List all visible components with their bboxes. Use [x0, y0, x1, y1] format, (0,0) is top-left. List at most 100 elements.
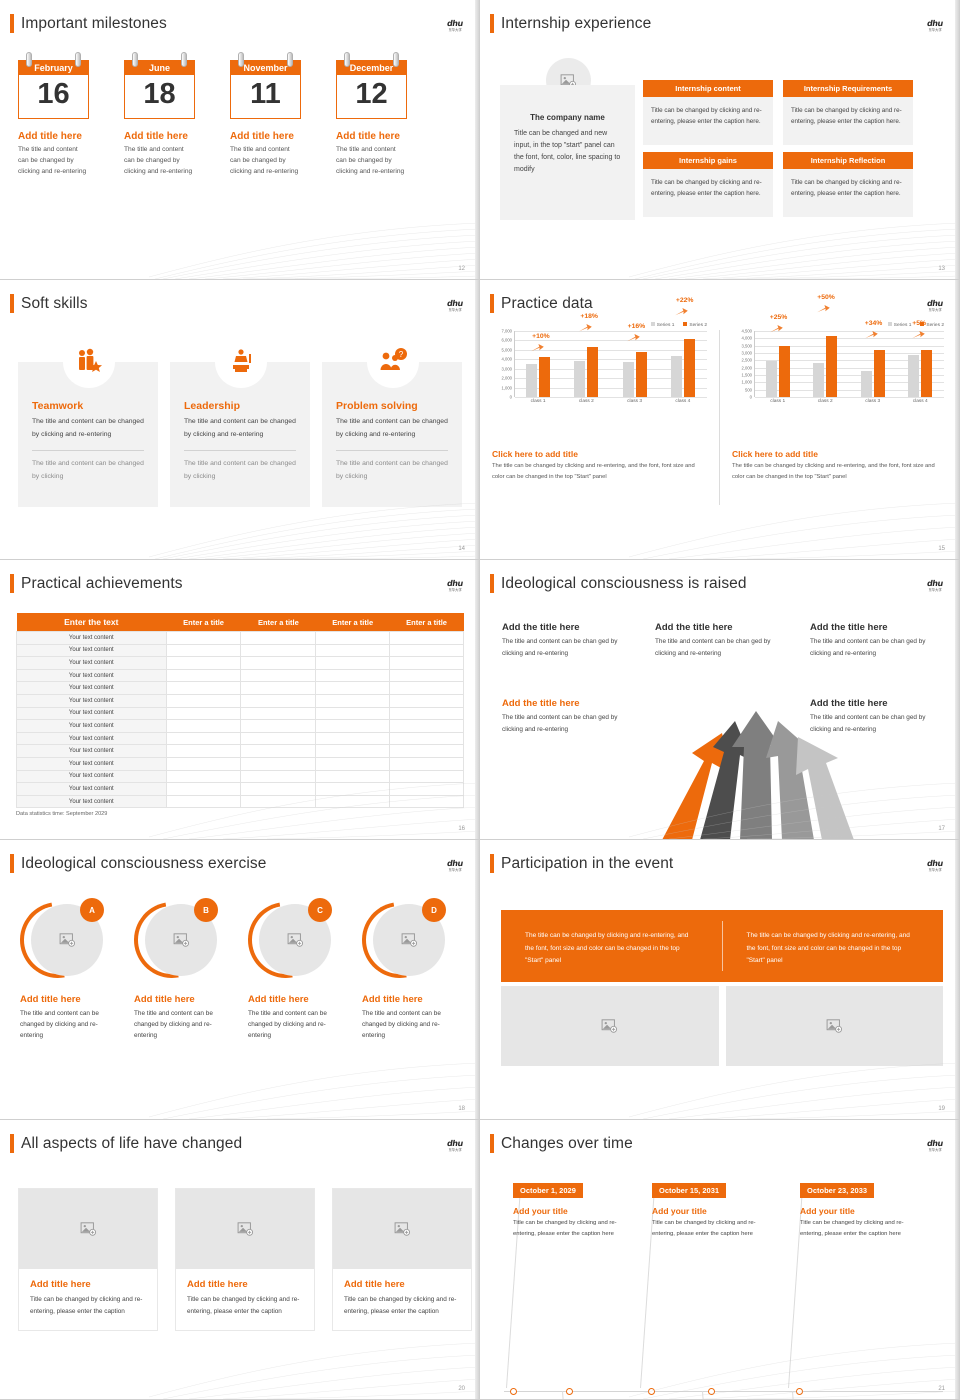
table-cell[interactable] [390, 745, 464, 758]
ideology-block[interactable]: Add the title here The title and content… [502, 622, 622, 660]
table-row[interactable]: Your text content [17, 707, 464, 720]
table-cell[interactable] [166, 694, 241, 707]
table-cell[interactable] [390, 732, 464, 745]
table-cell[interactable] [316, 770, 390, 783]
timeline-dot[interactable] [566, 1388, 573, 1395]
soft-skill-card[interactable]: ? Problem solving The title and content … [322, 362, 462, 507]
table-cell[interactable] [390, 632, 464, 645]
table-cell[interactable] [316, 795, 390, 808]
timeline-dot[interactable] [648, 1388, 655, 1395]
internship-card[interactable]: Internship Requirements Title can be cha… [783, 80, 913, 145]
table-row[interactable]: Your text content [17, 644, 464, 657]
table-cell[interactable] [316, 783, 390, 796]
table-cell[interactable] [166, 707, 241, 720]
table-row[interactable]: Your text content [17, 657, 464, 670]
table-cell[interactable] [241, 694, 316, 707]
table-cell[interactable] [316, 707, 390, 720]
table-row[interactable]: Your text content [17, 632, 464, 645]
photo-placeholder[interactable] [333, 1189, 471, 1269]
table-cell[interactable] [316, 682, 390, 695]
table-cell[interactable] [166, 669, 241, 682]
table-cell[interactable] [316, 657, 390, 670]
table-row[interactable]: Your text content [17, 682, 464, 695]
table-cell[interactable] [390, 644, 464, 657]
table-cell[interactable] [390, 682, 464, 695]
table-cell[interactable] [241, 707, 316, 720]
timeline-item-top[interactable]: October 23, 2033 Add your title Title ca… [800, 1180, 925, 1240]
soft-skill-card[interactable]: Leadership The title and content can be … [170, 362, 310, 507]
internship-card[interactable]: Internship gains Title can be changed by… [643, 152, 773, 217]
table-cell[interactable] [166, 795, 241, 808]
table-cell[interactable] [241, 732, 316, 745]
achievements-table[interactable]: Enter the text Enter a title Enter a tit… [16, 613, 464, 808]
exercise-item[interactable]: C Add title here The title and content c… [248, 898, 338, 1042]
table-cell[interactable] [390, 795, 464, 808]
timeline-dot[interactable] [796, 1388, 803, 1395]
table-row[interactable]: Your text content [17, 669, 464, 682]
photo-placeholder[interactable] [726, 986, 944, 1066]
table-cell[interactable] [166, 732, 241, 745]
timeline-item-top[interactable]: October 15, 2031 Add your title Title ca… [652, 1180, 777, 1240]
exercise-item[interactable]: D Add title here The title and content c… [362, 898, 452, 1042]
internship-card[interactable]: Internship content Title can be changed … [643, 80, 773, 145]
table-row[interactable]: Your text content [17, 783, 464, 796]
timeline-dot[interactable] [708, 1388, 715, 1395]
photo-placeholder[interactable] [176, 1189, 314, 1269]
company-card[interactable]: The company name Title can be changed an… [500, 85, 635, 220]
table-cell[interactable] [166, 644, 241, 657]
table-row[interactable]: Your text content [17, 795, 464, 808]
table-cell[interactable] [241, 745, 316, 758]
table-cell[interactable] [166, 783, 241, 796]
milestone-item[interactable]: June 18 Add title here The title and con… [124, 60, 195, 178]
table-row[interactable]: Your text content [17, 770, 464, 783]
table-cell[interactable] [316, 644, 390, 657]
table-cell[interactable] [316, 632, 390, 645]
exercise-item[interactable]: A Add title here The title and content c… [20, 898, 110, 1042]
ideology-block[interactable]: Add the title here The title and content… [655, 622, 777, 660]
timeline-dot[interactable] [510, 1388, 517, 1395]
table-cell[interactable] [390, 669, 464, 682]
internship-card[interactable]: Internship Reflection Title can be chang… [783, 152, 913, 217]
table-cell[interactable] [241, 770, 316, 783]
exercise-item[interactable]: B Add title here The title and content c… [134, 898, 224, 1042]
table-cell[interactable] [166, 720, 241, 733]
photo-placeholder[interactable] [501, 986, 719, 1066]
table-cell[interactable] [390, 707, 464, 720]
timeline-item-top[interactable]: October 1, 2029 Add your title Title can… [513, 1180, 638, 1240]
ideology-block[interactable]: Add the title here The title and content… [810, 698, 935, 736]
table-cell[interactable] [241, 632, 316, 645]
table-cell[interactable] [241, 720, 316, 733]
table-cell[interactable] [166, 632, 241, 645]
table-cell[interactable] [390, 720, 464, 733]
table-cell[interactable] [390, 770, 464, 783]
table-row[interactable]: Your text content [17, 732, 464, 745]
milestone-item[interactable]: November 11 Add title here The title and… [230, 60, 301, 178]
table-cell[interactable] [316, 745, 390, 758]
table-cell[interactable] [390, 657, 464, 670]
aspect-card[interactable]: Add title here Title can be changed by c… [18, 1188, 158, 1331]
table-cell[interactable] [166, 657, 241, 670]
table-row[interactable]: Your text content [17, 694, 464, 707]
soft-skill-card[interactable]: Teamwork The title and content can be ch… [18, 362, 158, 507]
table-cell[interactable] [316, 669, 390, 682]
ideology-block[interactable]: Add the title here The title and content… [810, 622, 935, 660]
table-cell[interactable] [166, 757, 241, 770]
table-cell[interactable] [166, 770, 241, 783]
table-cell[interactable] [241, 657, 316, 670]
table-row[interactable]: Your text content [17, 745, 464, 758]
table-cell[interactable] [241, 644, 316, 657]
table-cell[interactable] [241, 795, 316, 808]
table-cell[interactable] [241, 682, 316, 695]
table-cell[interactable] [166, 682, 241, 695]
table-cell[interactable] [390, 783, 464, 796]
table-cell[interactable] [390, 694, 464, 707]
ideology-block[interactable]: Add the title here The title and content… [502, 698, 624, 736]
photo-placeholder[interactable] [19, 1189, 157, 1269]
table-cell[interactable] [316, 757, 390, 770]
table-row[interactable]: Your text content [17, 720, 464, 733]
table-cell[interactable] [241, 757, 316, 770]
table-row[interactable]: Your text content [17, 757, 464, 770]
table-cell[interactable] [241, 669, 316, 682]
aspect-card[interactable]: Add title here Title can be changed by c… [332, 1188, 472, 1331]
milestone-item[interactable]: December 12 Add title here The title and… [336, 60, 407, 178]
